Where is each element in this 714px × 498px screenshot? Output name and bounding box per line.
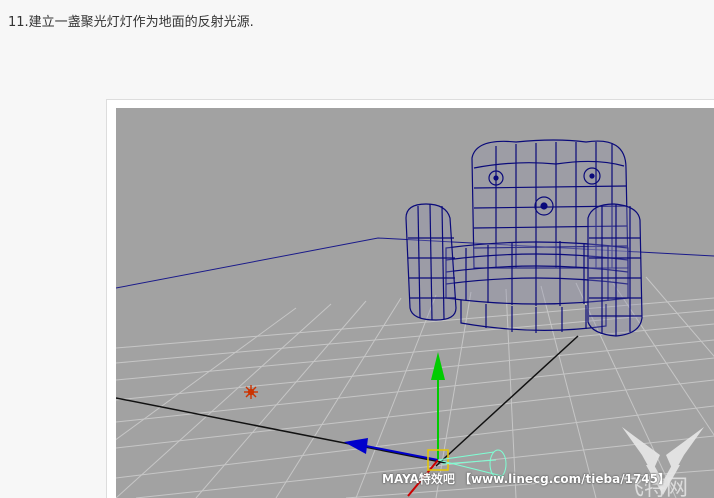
sofa-wireframe bbox=[405, 139, 643, 337]
grid-axis-z bbox=[435, 335, 579, 467]
article-page: 11.建立一盏聚光灯灯作为地面的反射光源. 飞特网 MAYA特效吧 【www.l… bbox=[0, 0, 714, 498]
watermark-text: MAYA特效吧 【www.linecg.com/tieba/1745】 bbox=[382, 472, 671, 486]
step-instruction-text: 11.建立一盏聚光灯灯作为地面的反射光源. bbox=[8, 15, 254, 30]
point-light-icon[interactable] bbox=[244, 385, 258, 399]
